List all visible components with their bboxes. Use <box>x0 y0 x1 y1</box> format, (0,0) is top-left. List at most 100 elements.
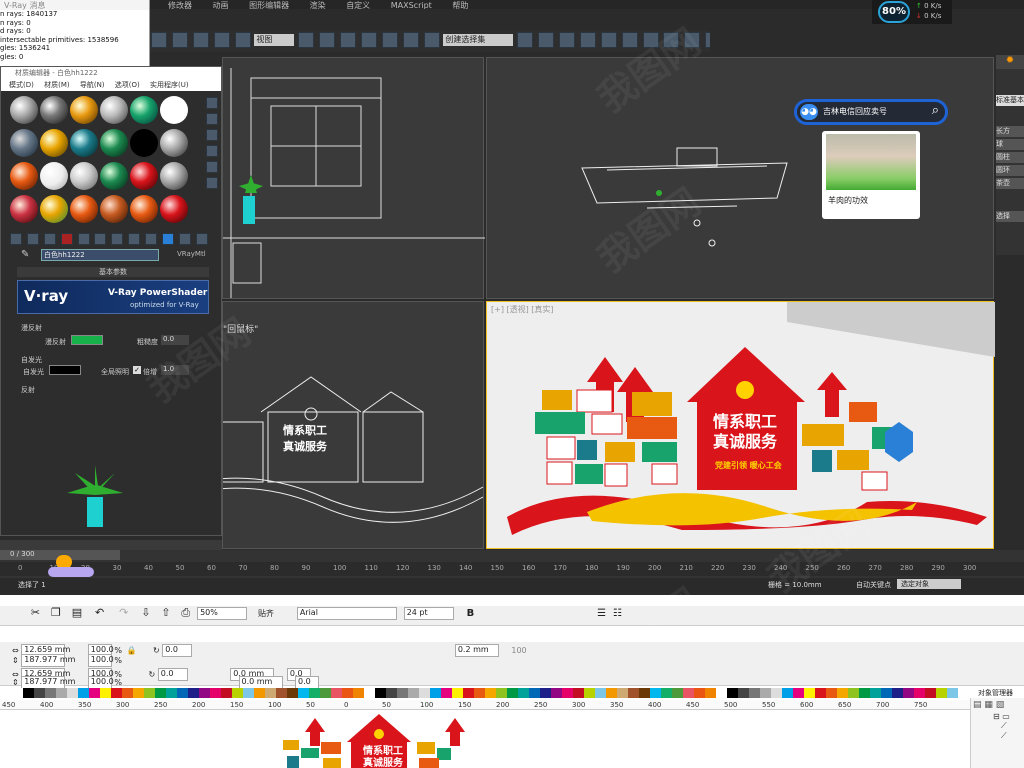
undo-icon[interactable]: ↶ <box>95 606 104 619</box>
put-to-scene-icon[interactable] <box>26 233 39 245</box>
sample-slot[interactable] <box>100 195 128 223</box>
pivot-icon[interactable] <box>298 32 315 48</box>
color-swatch[interactable] <box>892 688 903 698</box>
color-swatch[interactable] <box>210 688 221 698</box>
color-swatch[interactable] <box>287 688 298 698</box>
result-card[interactable]: 羊肉的功效 <box>822 131 920 219</box>
layer-icon[interactable] <box>559 32 575 48</box>
color-swatch[interactable] <box>188 688 199 698</box>
eyedropper-icon[interactable]: ✎ <box>21 249 29 260</box>
copy-material-icon[interactable] <box>77 233 90 245</box>
material-editor-icon[interactable] <box>642 32 659 48</box>
sample-slot[interactable] <box>130 162 158 190</box>
unique-icon[interactable] <box>94 233 107 245</box>
font-dropdown[interactable]: Arial <box>296 607 397 620</box>
menu-item[interactable]: MAXScript <box>391 1 432 9</box>
create-tab-icon[interactable]: ✹ <box>996 55 1024 69</box>
color-swatch[interactable] <box>606 688 617 698</box>
scale-y-field[interactable]: 100.0 <box>87 654 114 667</box>
color-swatch[interactable] <box>485 688 496 698</box>
color-swatch[interactable] <box>925 688 936 698</box>
mat-menu-item[interactable]: 导航(N) <box>80 81 105 89</box>
sample-slot[interactable] <box>70 162 98 190</box>
backlight-icon[interactable] <box>206 113 218 125</box>
panel-dropdown[interactable]: 标准基本 <box>996 95 1024 106</box>
sample-slot[interactable] <box>160 195 188 223</box>
gi-checkbox[interactable]: ✓ <box>133 366 141 374</box>
primitive-button[interactable]: 茶壶 <box>996 178 1024 189</box>
color-swatch[interactable] <box>540 688 551 698</box>
mat-menu-item[interactable]: 选项(O) <box>115 81 140 89</box>
color-swatch[interactable] <box>617 688 628 698</box>
sample-slot[interactable] <box>10 195 38 223</box>
color-swatch[interactable] <box>859 688 870 698</box>
color-swatch[interactable] <box>419 688 430 698</box>
color-palette[interactable] <box>12 688 962 698</box>
color-swatch[interactable] <box>595 688 606 698</box>
color-swatch[interactable] <box>408 688 419 698</box>
sample-slot[interactable] <box>10 162 38 190</box>
color-swatch[interactable] <box>870 688 881 698</box>
sample-slot[interactable] <box>40 129 68 157</box>
redo-icon[interactable]: ↷ <box>119 606 128 619</box>
color-swatch[interactable] <box>353 688 364 698</box>
viewport-top-left[interactable] <box>222 57 485 299</box>
roughness-field[interactable]: 0.0 <box>161 335 189 345</box>
sample-slot[interactable] <box>40 195 68 223</box>
color-swatch[interactable] <box>452 688 463 698</box>
scale-icon[interactable] <box>213 32 230 48</box>
align-icon[interactable] <box>538 32 555 48</box>
print-icon[interactable]: ⎙ <box>181 606 190 619</box>
color-swatch[interactable] <box>496 688 507 698</box>
copy-icon[interactable]: ❐ <box>51 606 61 619</box>
background-icon[interactable] <box>206 129 218 141</box>
color-swatch[interactable] <box>793 688 804 698</box>
select-move-icon[interactable] <box>319 32 336 48</box>
color-swatch[interactable] <box>320 688 331 698</box>
color-swatch[interactable] <box>23 688 34 698</box>
sample-slot[interactable] <box>100 96 128 124</box>
color-swatch[interactable] <box>342 688 353 698</box>
library-icon[interactable] <box>111 233 124 245</box>
color-swatch[interactable] <box>804 688 815 698</box>
options-icon[interactable] <box>206 177 218 189</box>
zoom-level-dropdown[interactable]: 50% <box>197 607 248 620</box>
height-field[interactable]: 187.977 mm <box>21 654 75 667</box>
paste-icon[interactable]: ▤ <box>72 606 82 619</box>
color-swatch[interactable] <box>848 688 859 698</box>
color-swatch[interactable] <box>177 688 188 698</box>
selfillum-swatch[interactable] <box>49 365 81 375</box>
color-swatch[interactable] <box>375 688 386 698</box>
font-size-dropdown[interactable]: 24 pt <box>403 607 454 620</box>
color-swatch[interactable] <box>100 688 111 698</box>
menu-item[interactable]: 自定义 <box>346 1 370 9</box>
auto-key-button[interactable]: 自动关键点 <box>856 580 891 590</box>
color-swatch[interactable] <box>947 688 958 698</box>
mirror-icon[interactable] <box>517 32 534 48</box>
schematic-icon[interactable] <box>621 32 638 48</box>
render-setup-icon[interactable] <box>663 32 680 48</box>
color-swatch[interactable] <box>34 688 45 698</box>
render-frame-icon[interactable] <box>684 32 701 48</box>
color-swatch[interactable] <box>826 688 837 698</box>
sample-slot[interactable] <box>10 96 38 124</box>
color-swatch[interactable] <box>199 688 210 698</box>
color-swatch[interactable] <box>529 688 540 698</box>
angle-snap-icon[interactable] <box>360 32 377 48</box>
sample-type-icon[interactable] <box>206 97 218 109</box>
primitive-button[interactable]: 球 <box>996 139 1024 150</box>
outline-width-field[interactable]: 0.2 mm <box>454 644 499 657</box>
sample-slot[interactable] <box>70 129 98 157</box>
menu-item[interactable]: 图形编辑器 <box>249 1 289 9</box>
color-swatch[interactable] <box>221 688 232 698</box>
go-sibling-icon[interactable] <box>195 233 208 245</box>
color-swatch[interactable] <box>507 688 518 698</box>
import-icon[interactable]: ⇩ <box>141 606 150 619</box>
color-swatch[interactable] <box>463 688 474 698</box>
color-swatch[interactable] <box>738 688 749 698</box>
sample-slot[interactable] <box>70 195 98 223</box>
menu-item[interactable]: 动画 <box>213 1 229 9</box>
sample-slot[interactable] <box>100 162 128 190</box>
color-swatch[interactable] <box>441 688 452 698</box>
color-swatch[interactable] <box>727 688 738 698</box>
